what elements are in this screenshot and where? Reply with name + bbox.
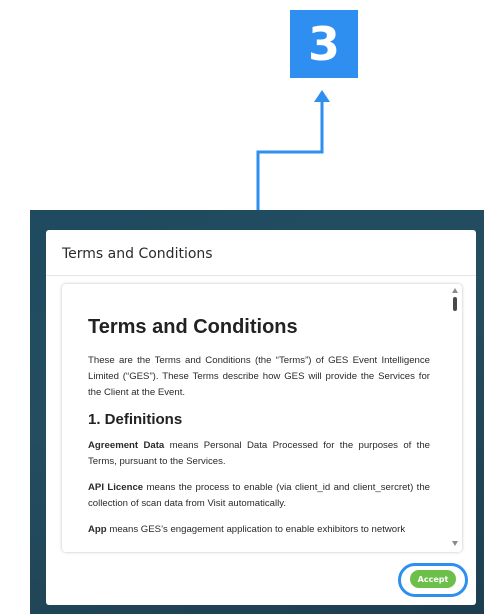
terms-scroll-area[interactable]: Terms and Conditions These are the Terms…	[62, 284, 462, 552]
scroll-thumb[interactable]	[453, 297, 457, 311]
definition-item: API Licence means the process to enable …	[88, 480, 430, 512]
document-title: Terms and Conditions	[88, 316, 298, 338]
accept-button[interactable]: Accept	[410, 570, 456, 588]
definition-item: Agreement Data means Personal Data Proce…	[88, 438, 430, 470]
vertical-scrollbar[interactable]	[448, 284, 462, 552]
definition-item: App means GES’s engagement application t…	[88, 522, 430, 538]
arrow-head-icon	[314, 90, 330, 102]
dialog-title: Terms and Conditions	[62, 246, 213, 262]
definition-term: Agreement Data	[88, 440, 165, 451]
terms-dialog: Terms and Conditions Terms and Condition…	[46, 230, 476, 605]
definition-text: means GES’s engagement application to en…	[106, 524, 406, 535]
intro-paragraph: These are the Terms and Conditions (the …	[88, 355, 430, 398]
definition-term: App	[88, 524, 107, 535]
header-divider	[46, 275, 476, 276]
terms-document: Terms and Conditions These are the Terms…	[88, 316, 430, 548]
section-heading: 1. Definitions	[88, 411, 183, 428]
scroll-down-arrow-icon[interactable]	[452, 541, 458, 546]
definition-term: API Licence	[88, 482, 144, 493]
scroll-up-arrow-icon[interactable]	[452, 288, 458, 293]
